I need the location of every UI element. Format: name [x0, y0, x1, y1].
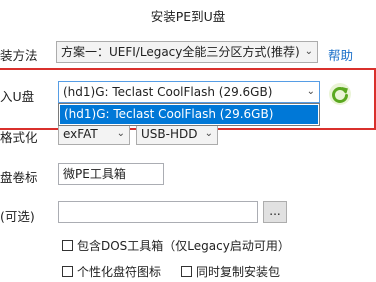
install-method-value: 方案一：UEFI/Legacy全能三分区方式(推荐)	[61, 45, 300, 59]
target-usb-select[interactable]: (hd1)G: Teclast CoolFlash (29.6GB) ⌄	[58, 81, 320, 103]
volume-label-label: 盘卷标	[0, 170, 38, 185]
optional-label: (可选)	[0, 209, 35, 224]
help-link[interactable]: 帮助	[328, 45, 353, 64]
target-usb-value: (hd1)G: Teclast CoolFlash (29.6GB)	[63, 85, 273, 99]
format-label: 格式化	[0, 130, 38, 145]
chevron-down-icon: ⌄	[204, 128, 213, 139]
window-title: 安装PE到U盘	[150, 9, 226, 24]
personalize-icon-label: 个性化盘符图标	[77, 265, 162, 279]
annotation-frame-top	[0, 68, 376, 70]
chevron-down-icon: ⌄	[304, 46, 313, 57]
personalize-icon-checkbox[interactable]	[62, 266, 73, 277]
volume-label-input[interactable]: 微PE工具箱	[58, 163, 164, 185]
target-usb-label: 入U盘	[0, 89, 35, 104]
browse-button[interactable]: ...	[263, 201, 287, 223]
dos-tools-checkbox[interactable]	[62, 240, 73, 251]
partition-mode-select[interactable]: USB-HDD ⌄	[136, 123, 218, 145]
copy-installer-checkbox[interactable]	[181, 266, 192, 277]
copy-installer-label: 同时复制安装包	[196, 265, 281, 279]
dos-tools-label: 包含DOS工具箱（仅Legacy启动可用）	[77, 239, 290, 253]
install-method-select[interactable]: 方案一：UEFI/Legacy全能三分区方式(推荐) ⌄	[56, 41, 318, 63]
filesystem-select[interactable]: exFAT ⌄	[58, 123, 130, 145]
refresh-icon[interactable]	[328, 82, 352, 106]
install-method-label: 装方法	[0, 48, 38, 63]
optional-path-input[interactable]	[58, 201, 258, 223]
filesystem-value: exFAT	[63, 127, 98, 141]
chevron-down-icon: ⌄	[116, 128, 125, 139]
dropdown-option-selected[interactable]: (hd1)G: Teclast CoolFlash (29.6GB)	[60, 105, 318, 124]
target-usb-dropdown-list: (hd1)G: Teclast CoolFlash (29.6GB)	[58, 103, 320, 126]
partition-mode-value: USB-HDD	[141, 127, 198, 141]
chevron-down-icon: ⌄	[306, 86, 315, 97]
